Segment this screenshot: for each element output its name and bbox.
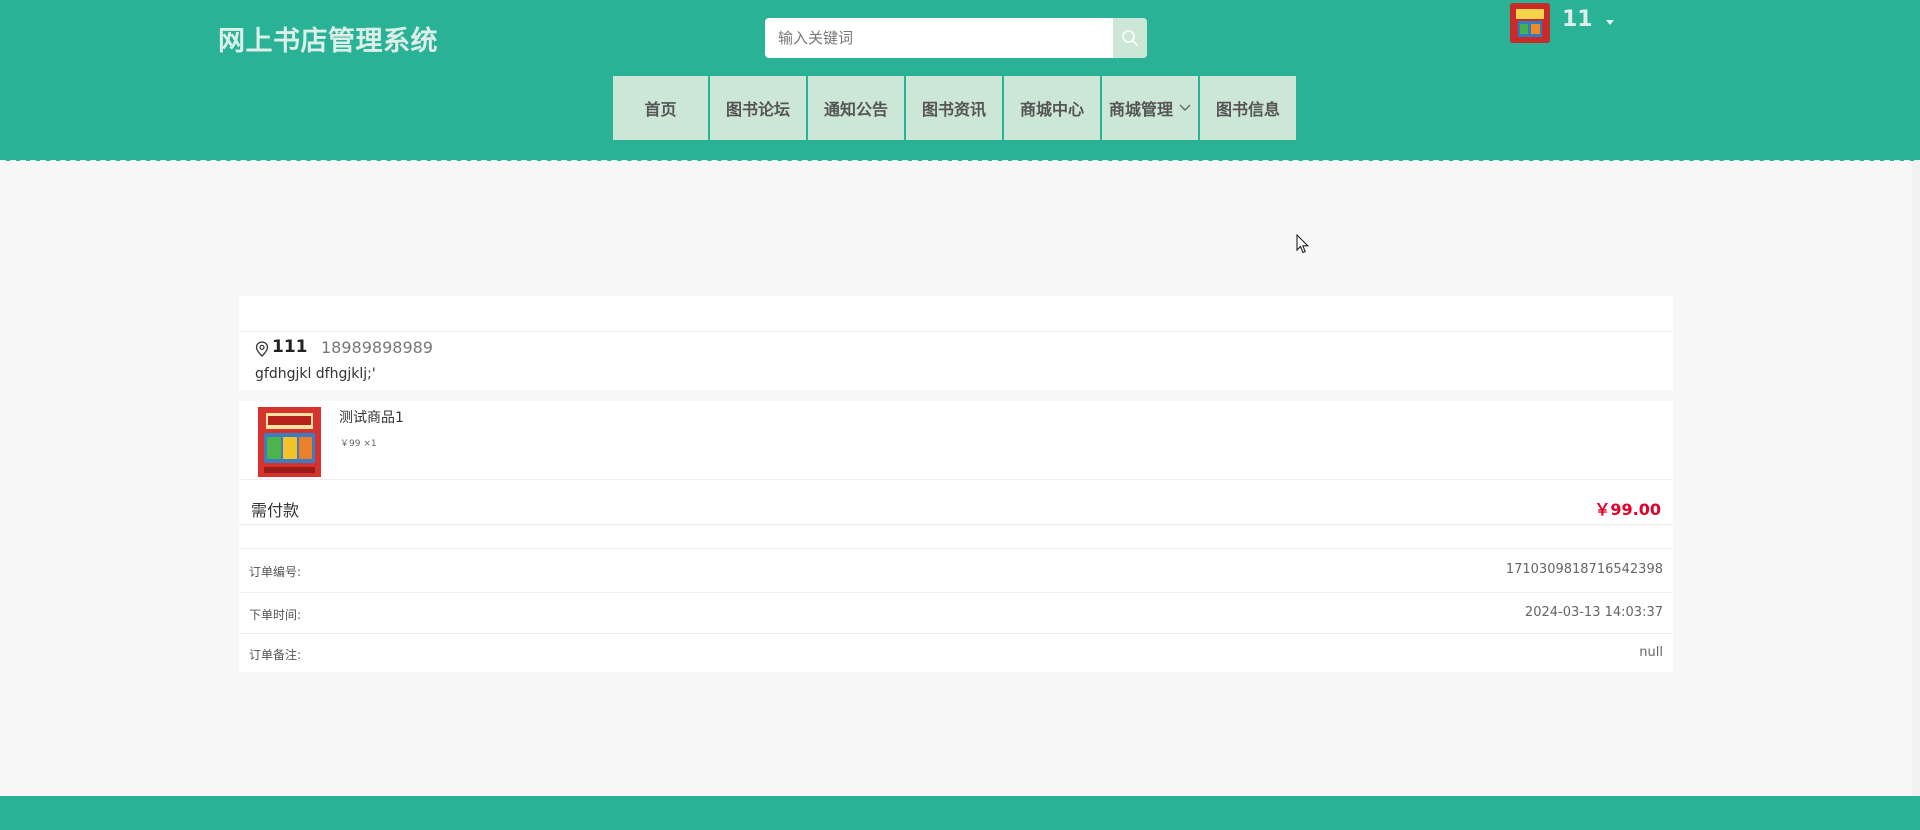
nav-item-notice[interactable]: 通知公告	[808, 76, 904, 140]
header-bar: 网上书店管理系统 11 首页 图书论坛 通知公告 图书资讯 商城中心	[0, 0, 1920, 162]
order-remark-row: 订单备注: null	[239, 634, 1673, 672]
nav-item-book-info[interactable]: 图书信息	[1200, 76, 1296, 140]
nav-item-news[interactable]: 图书资讯	[906, 76, 1002, 140]
goods-name[interactable]: 测试商品1	[339, 407, 404, 427]
user-name[interactable]: 11	[1562, 7, 1593, 32]
payment-row	[239, 480, 1673, 525]
card-header	[239, 296, 1673, 332]
mouse-cursor-icon	[1296, 234, 1310, 254]
scrollbar[interactable]	[1912, 161, 1920, 796]
header-divider	[0, 160, 1920, 162]
payment-amount: ￥99.00	[1594, 500, 1661, 519]
goods-item	[239, 401, 1673, 480]
search-button[interactable]	[1113, 18, 1147, 58]
order-number-label: 订单编号:	[249, 565, 302, 579]
main-nav: 首页 图书论坛 通知公告 图书资讯 商城中心 商城管理 图书信息	[613, 76, 1298, 140]
nav-item-label: 商城管理	[1108, 100, 1173, 119]
nav-item-forum[interactable]: 图书论坛	[710, 76, 806, 140]
order-remark-label: 订单备注:	[249, 648, 302, 662]
order-number-row: 订单编号: 1710309818716542398	[239, 549, 1673, 593]
order-time-row: 下单时间: 2024-03-13 14:03:37	[239, 593, 1673, 634]
nav-item-label: 图书信息	[1215, 100, 1280, 119]
avatar[interactable]	[1510, 3, 1550, 43]
order-time-label: 下单时间:	[249, 608, 302, 622]
order-number-value: 1710309818716542398	[1505, 562, 1663, 577]
nav-item-label: 图书资讯	[921, 100, 986, 119]
footer-bar	[0, 796, 1920, 830]
search-icon	[1122, 30, 1138, 46]
nav-item-home[interactable]: 首页	[613, 76, 708, 140]
location-icon	[255, 341, 269, 357]
order-remark-value: null	[1639, 645, 1663, 660]
address-detail: gfdhgjkl dfhgjklj;'	[255, 366, 376, 382]
goods-image[interactable]	[258, 407, 321, 477]
search-input[interactable]	[765, 18, 1118, 58]
caret-down-icon[interactable]	[1606, 20, 1614, 25]
nav-item-mall-manage[interactable]: 商城管理	[1102, 76, 1198, 140]
goods-price-qty: ￥99 ×1	[340, 439, 377, 449]
address-section	[239, 332, 1673, 390]
chevron-down-icon	[1179, 104, 1191, 111]
nav-item-label: 通知公告	[823, 100, 888, 119]
recipient-name: 111	[272, 337, 308, 357]
nav-item-mall[interactable]: 商城中心	[1004, 76, 1100, 140]
order-time-value: 2024-03-13 14:03:37	[1524, 605, 1663, 620]
recipient-phone: 18989898989	[321, 338, 433, 357]
site-title: 网上书店管理系统	[218, 26, 438, 57]
payment-label: 需付款	[251, 501, 300, 520]
search-box	[765, 18, 1147, 58]
nav-item-label: 商城中心	[1019, 100, 1084, 119]
nav-item-label: 图书论坛	[725, 100, 790, 119]
spacer-row	[239, 526, 1673, 549]
nav-item-label: 首页	[644, 100, 677, 119]
